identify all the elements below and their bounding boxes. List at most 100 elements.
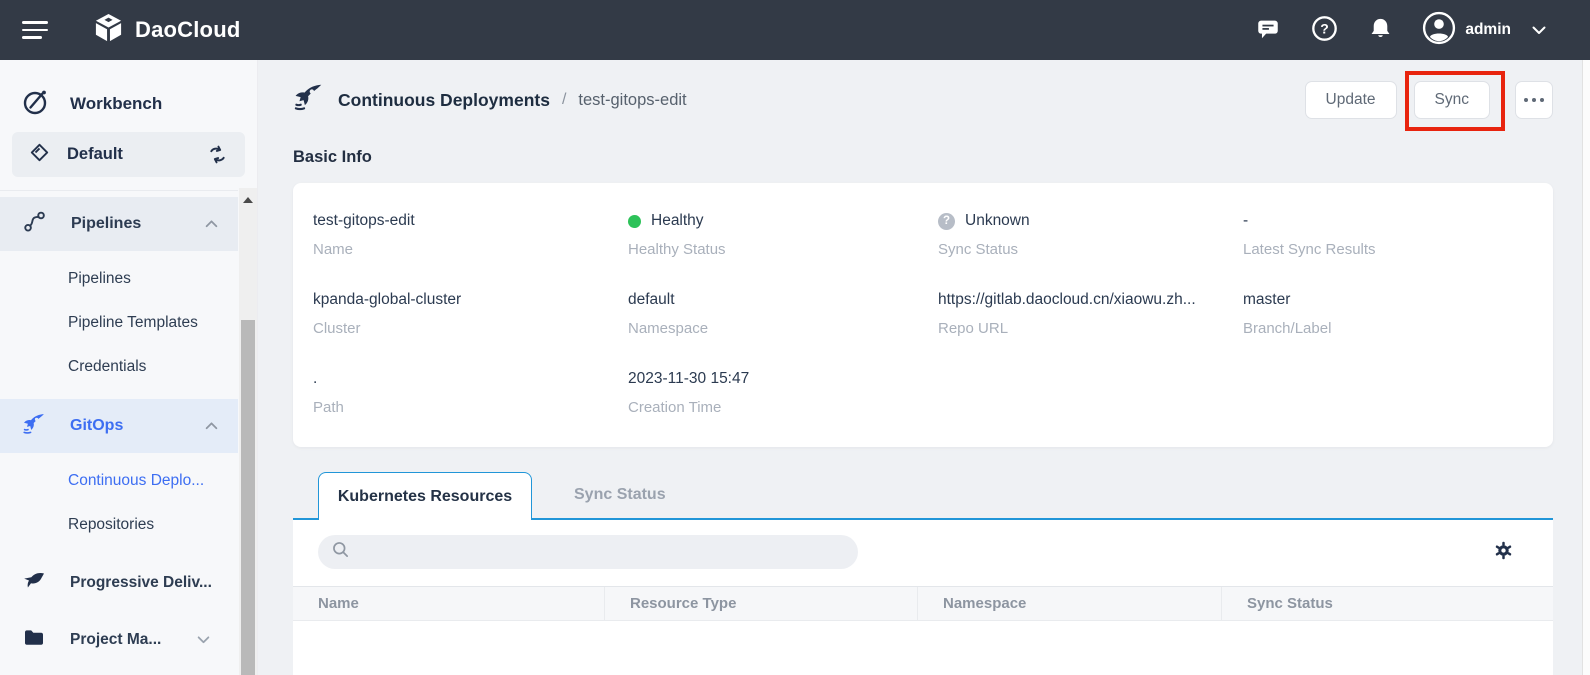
brand-name: DaoCloud	[135, 17, 240, 43]
field-label: Repo URL	[938, 320, 1223, 337]
green-status-dot	[628, 215, 641, 228]
field-value: 2023-11-30 15:47	[628, 368, 918, 390]
field-healthy-status: Healthy Healthy Status	[608, 210, 918, 289]
field-label: Namespace	[628, 320, 918, 337]
scrollbar-up-arrow[interactable]	[243, 197, 253, 203]
swap-icon[interactable]	[206, 143, 229, 166]
hamburger-menu-icon[interactable]	[22, 21, 48, 39]
chevron-up-icon	[205, 422, 218, 430]
table-settings-button[interactable]	[1494, 541, 1513, 563]
sidebar-menu: Pipelines Pipelines Pipeline Templates C…	[0, 190, 238, 675]
column-header-name: Name	[293, 587, 605, 620]
notifications-button[interactable]	[1366, 16, 1394, 44]
header-actions: Update Sync	[1305, 81, 1553, 119]
resources-panel: Name Resource Type Namespace Sync Status	[293, 520, 1553, 675]
page-scrollbar[interactable]	[1582, 60, 1590, 675]
update-button[interactable]: Update	[1305, 81, 1397, 119]
help-icon: ?	[1311, 15, 1338, 45]
field-value: kpanda-global-cluster	[313, 289, 608, 311]
field-label: Healthy Status	[628, 241, 918, 258]
ellipsis-icon	[1524, 98, 1528, 102]
field-label: Cluster	[313, 320, 608, 337]
workspace-selector[interactable]: Default	[12, 132, 245, 177]
table-header-row: Name Resource Type Namespace Sync Status	[293, 586, 1553, 621]
breadcrumb-current: test-gitops-edit	[578, 91, 686, 110]
basic-info-title: Basic Info	[293, 148, 372, 167]
column-header-sync-status: Sync Status	[1222, 587, 1553, 620]
pipeline-icon	[22, 209, 47, 239]
field-value: default	[628, 289, 918, 311]
sidebar-item-continuous-deployments[interactable]: Continuous Deplo...	[0, 459, 238, 503]
item-label: Progressive Deliv...	[70, 574, 212, 592]
chat-button[interactable]	[1254, 16, 1282, 44]
brand-link[interactable]: DaoCloud	[93, 12, 240, 48]
bird-icon	[22, 569, 46, 598]
search-input[interactable]	[358, 544, 845, 560]
sync-button[interactable]: Sync	[1414, 81, 1490, 119]
scrollbar-thumb[interactable]	[241, 320, 255, 675]
workspace-label: Default	[67, 145, 123, 164]
main-content: Continuous Deployments / test-gitops-edi…	[258, 60, 1582, 675]
field-value: -	[1243, 210, 1553, 232]
topbar: DaoCloud ?	[0, 0, 1590, 60]
field-creation-time: 2023-11-30 15:47 Creation Time	[608, 368, 918, 447]
sync-button-wrap: Sync	[1414, 81, 1490, 119]
help-button[interactable]: ?	[1310, 16, 1338, 44]
chevron-up-icon	[205, 220, 218, 228]
search-bar[interactable]	[318, 535, 858, 569]
field-value: Unknown	[965, 212, 1030, 230]
daocloud-cube-logo-icon	[93, 12, 124, 48]
avatar-icon	[1422, 11, 1456, 50]
item-label: Credentials	[68, 358, 146, 376]
field-label: Branch/Label	[1243, 320, 1553, 337]
section-label: GitOps	[70, 417, 123, 435]
item-label: Pipeline Templates	[68, 314, 198, 332]
sidebar-item-project-management[interactable]: Project Ma...	[0, 615, 238, 665]
sidebar-section-pipelines[interactable]: Pipelines	[0, 197, 238, 251]
field-value: https://gitlab.daocloud.cn/xiaowu.zh...	[938, 289, 1223, 311]
user-menu[interactable]: admin	[1422, 11, 1546, 50]
item-label: Pipelines	[68, 270, 131, 288]
more-options-button[interactable]	[1515, 81, 1553, 119]
sidebar-item-workbench[interactable]: Workbench	[0, 82, 237, 126]
gear-icon	[1494, 541, 1513, 563]
field-label: Latest Sync Results	[1243, 241, 1553, 258]
section-label: Pipelines	[71, 215, 141, 233]
field-latest-sync-results: - Latest Sync Results	[1223, 210, 1553, 289]
question-circle-icon: ?	[938, 213, 955, 230]
search-icon	[331, 540, 350, 564]
field-branch-label: master Branch/Label	[1223, 289, 1553, 368]
tab-sync-status[interactable]: Sync Status	[532, 472, 708, 518]
item-label: Continuous Deplo...	[68, 472, 204, 490]
field-value: master	[1243, 289, 1553, 311]
sidebar-item-progressive-delivery[interactable]: Progressive Deliv...	[0, 558, 238, 608]
workbench-pen-circle-icon	[22, 88, 50, 121]
svg-text:?: ?	[1320, 20, 1329, 36]
rocket-icon	[293, 82, 324, 118]
workbench-label: Workbench	[70, 94, 162, 114]
page-header: Continuous Deployments / test-gitops-edi…	[293, 78, 1553, 122]
chat-icon	[1255, 16, 1281, 45]
topbar-actions: ?	[1254, 11, 1546, 50]
field-namespace: default Namespace	[608, 289, 918, 368]
field-label: Path	[313, 399, 608, 416]
item-label: Repositories	[68, 516, 154, 534]
sidebar-section-gitops[interactable]: GitOps	[0, 399, 238, 453]
field-name: test-gitops-edit Name	[293, 210, 608, 289]
field-cluster: kpanda-global-cluster Cluster	[293, 289, 608, 368]
breadcrumb-root[interactable]: Continuous Deployments	[338, 90, 550, 111]
tab-kubernetes-resources[interactable]: Kubernetes Resources	[318, 472, 532, 520]
field-label: Sync Status	[938, 241, 1223, 258]
sidebar-item-repositories[interactable]: Repositories	[0, 503, 238, 547]
pipelines-subitems: Pipelines Pipeline Templates Credentials	[0, 257, 238, 389]
field-label: Creation Time	[628, 399, 918, 416]
sidebar-item-credentials[interactable]: Credentials	[0, 345, 238, 389]
basic-info-card: test-gitops-edit Name Healthy Healthy St…	[293, 183, 1553, 447]
sidebar-scrollbar[interactable]	[239, 188, 257, 675]
sidebar-item-pipeline-templates[interactable]: Pipeline Templates	[0, 301, 238, 345]
field-value: test-gitops-edit	[313, 210, 608, 232]
column-header-namespace: Namespace	[918, 587, 1222, 620]
field-value: .	[313, 368, 608, 390]
sidebar-item-pipelines[interactable]: Pipelines	[0, 257, 238, 301]
field-sync-status: ? Unknown Sync Status	[918, 210, 1223, 289]
